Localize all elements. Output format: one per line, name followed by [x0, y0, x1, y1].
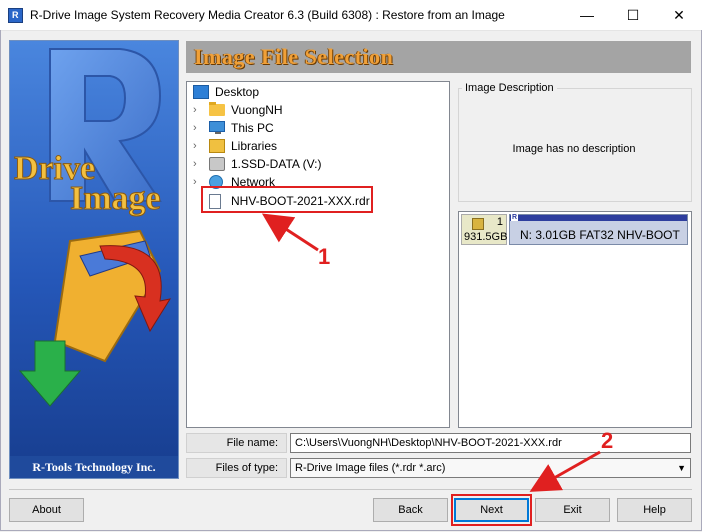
annotation-number-2: 2 — [601, 428, 614, 453]
annotation-arrow-2 — [529, 450, 601, 492]
annotation-overlay — [261, 213, 601, 492]
annotation-arrow-1 — [261, 213, 319, 252]
annotation-number-1: 1 — [318, 244, 331, 269]
